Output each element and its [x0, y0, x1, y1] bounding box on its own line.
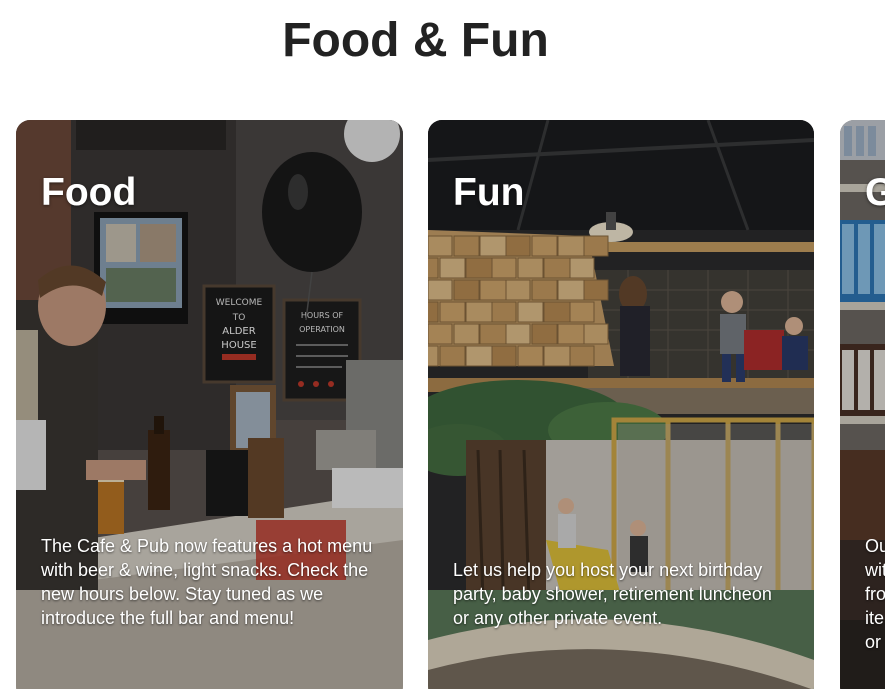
food-and-fun-section: Food & Fun WELCOME TO ALDER HOUSE HOURS …	[0, 0, 885, 689]
card-shop[interactable]: G Ou wit fro ite or	[840, 120, 885, 689]
card-heading-shop: G	[865, 171, 885, 214]
card-heading-food: Food	[41, 171, 137, 214]
card-text-line: fro	[865, 584, 885, 604]
card-food[interactable]: WELCOME TO ALDER HOUSE HOURS OF OPERATIO…	[16, 120, 403, 689]
card-text-line: or	[865, 632, 882, 652]
card-text-line: Ou	[865, 536, 885, 556]
card-heading-fun: Fun	[453, 171, 525, 214]
card-text-line: ite	[865, 608, 885, 628]
card-text-fun: Let us help you host your next birthday …	[453, 560, 772, 628]
card-text-food: The Cafe & Pub now features a hot menu w…	[41, 536, 373, 628]
card-fun[interactable]: Fun Let us help you host your next birth…	[428, 120, 814, 689]
card-text-line: wit	[865, 560, 885, 580]
card-text-shop: Ou wit fro ite or	[865, 534, 885, 654]
section-title: Food & Fun	[282, 14, 549, 67]
